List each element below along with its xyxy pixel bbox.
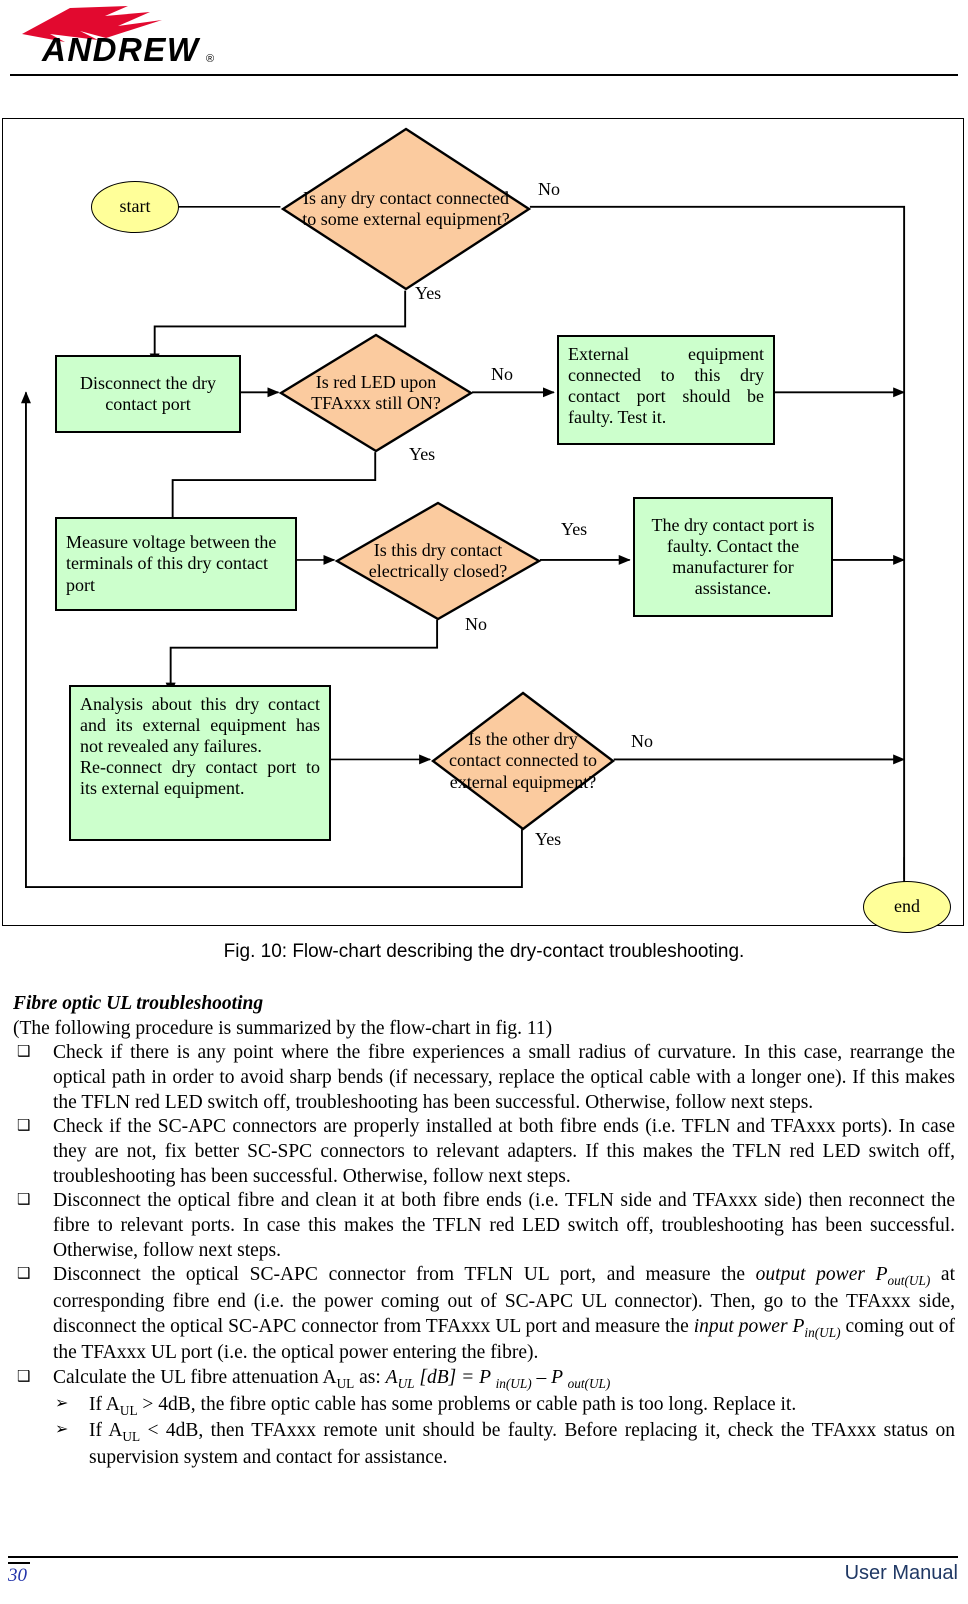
formula-c: – P [531, 1366, 568, 1388]
edge-label-d1-no: No [538, 179, 560, 199]
svg-text:ANDREW: ANDREW [41, 31, 201, 66]
sub-item-sub1: UL [122, 1429, 141, 1445]
sub-item: ➢ If AUL < 4dB, then TFAxxx remote unit … [13, 1419, 955, 1470]
flow-node-start-label: start [119, 196, 151, 217]
bullet4-sub2: in(UL) [804, 1324, 841, 1340]
bullet-item: ❑ Disconnect the optical fibre and clean… [13, 1189, 955, 1263]
bullet-text: Check if the SC-APC connectors are prope… [53, 1116, 955, 1187]
bullet-item: ❑ Check if the SC-APC connectors are pro… [13, 1115, 955, 1189]
flow-node-start: start [91, 181, 179, 233]
bullet-item-power-measure: ❑ Disconnect the optical SC-APC connecto… [13, 1263, 955, 1366]
bullet-glyph: ❑ [17, 1190, 31, 1209]
bullet5-part1: Calculate the UL fibre attenuation A [53, 1366, 337, 1388]
sub-item-sub1: UL [119, 1402, 138, 1418]
page-header: ANDREW ® [0, 0, 968, 92]
bullet-item: ❑ Check if there is any point where the … [13, 1041, 955, 1115]
flow-process-analysis-reconnect: Analysis about this dry contact and its … [69, 685, 331, 841]
flow-node-end-label: end [894, 896, 920, 917]
flowchart-figure: start end Is any dry contact connected t… [2, 118, 964, 933]
bullet4-part1: Disconnect the optical SC-APC connector … [53, 1264, 756, 1286]
sub-bullet-glyph: ➢ [55, 1419, 69, 1439]
flow-process-port-faulty-label: The dry contact port is faulty. Contact … [651, 514, 815, 599]
andrew-logo: ANDREW ® [10, 4, 250, 68]
bullet4-italic2: input power P [693, 1315, 805, 1337]
bullet-item-attenuation: ❑ Calculate the UL fibre attenuation AUL… [13, 1366, 955, 1393]
footer-title: User Manual [844, 1562, 958, 1584]
formula-a-sub: UL [397, 1375, 415, 1391]
flow-decision-any-dry-contact-label: Is any dry contact connected to some ext… [302, 187, 510, 229]
sub-bullet-glyph: ➢ [55, 1392, 69, 1412]
bullet-glyph: ❑ [17, 1116, 31, 1135]
edge-label-d3-yes: Yes [561, 519, 588, 539]
figure-caption: Fig. 10: Flow-chart describing the dry-c… [223, 941, 745, 962]
bullet5-sub1: UL [336, 1375, 355, 1391]
flow-process-disconnect-port: Disconnect the dry contact port [55, 355, 241, 433]
svg-text:®: ® [206, 53, 214, 65]
bullet4-sub1: out(UL) [887, 1273, 931, 1289]
page-footer: 30 User Manual [8, 1562, 958, 1587]
section-heading: Fibre optic UL troubleshooting [13, 993, 264, 1014]
sub-item-part2: < 4dB, then TFAxxx remote unit should be… [89, 1420, 955, 1468]
flow-process-measure-voltage: Measure voltage between the terminals of… [55, 517, 297, 611]
flow-process-analysis-line2: Re-connect dry contact port to its exter… [80, 757, 320, 799]
bullet4-part2: P [864, 1264, 888, 1286]
flow-decision-other-dry-contact: Is the other dry contact connected to ex… [431, 691, 615, 831]
edge-label-d4-no: No [631, 731, 653, 751]
sub-item-part2: > 4dB, the fibre optic cable has some pr… [137, 1393, 797, 1415]
flow-process-measure-voltage-label: Measure voltage between the terminals of… [66, 532, 277, 595]
edge-label-d2-yes: Yes [409, 444, 436, 464]
edge-label-d3-no: No [465, 614, 487, 634]
flow-decision-electrically-closed-label: Is this dry contact electrically closed? [368, 539, 508, 581]
sub-item-part1: If A [89, 1393, 120, 1415]
formula-c-sub: out(UL) [567, 1375, 611, 1391]
edge-label-d1-yes: Yes [415, 283, 442, 303]
flow-node-end: end [863, 881, 951, 933]
flow-decision-any-dry-contact: Is any dry contact connected to some ext… [280, 127, 532, 291]
flow-process-disconnect-port-label: Disconnect the dry contact port [80, 372, 216, 414]
flow-decision-other-dry-contact-label: Is the other dry contact connected to ex… [449, 729, 597, 792]
edge-label-d4-yes: Yes [535, 829, 562, 849]
section-intro: (The following procedure is summarized b… [13, 1017, 553, 1039]
flow-process-port-faulty: The dry contact port is faulty. Contact … [633, 497, 833, 617]
bullet-text: Disconnect the optical fibre and clean i… [53, 1190, 955, 1261]
header-divider [10, 74, 958, 76]
formula-a: A [385, 1366, 398, 1388]
bullet-glyph: ❑ [17, 1264, 31, 1283]
flow-decision-red-led: Is red LED upon TFAxxx still ON? [278, 333, 474, 453]
flow-decision-red-led-label: Is red LED upon TFAxxx still ON? [311, 371, 441, 413]
formula-b-sub: in(UL) [495, 1375, 532, 1391]
page-number: 30 [8, 1562, 30, 1587]
edge-label-d2-no: No [491, 364, 513, 384]
flow-process-external-equipment-faulty-label: External equipment connected to this dry… [568, 344, 764, 428]
sub-item: ➢ If AUL > 4dB, the fibre optic cable ha… [13, 1393, 955, 1420]
bullet-glyph: ❑ [17, 1042, 31, 1061]
bullet4-italic1: output power [755, 1264, 865, 1286]
body-text: Fibre optic UL troubleshooting (The foll… [13, 992, 955, 1470]
flow-process-analysis-line1: Analysis about this dry contact and its … [80, 694, 320, 757]
flow-process-external-equipment-faulty: External equipment connected to this dry… [557, 335, 775, 445]
flow-decision-electrically-closed: Is this dry contact electrically closed? [334, 501, 542, 621]
bullet5-part2: as: [354, 1366, 386, 1388]
bullet-glyph: ❑ [17, 1366, 31, 1385]
formula-b: [dB] = P [414, 1366, 496, 1388]
sub-item-part1: If A [89, 1420, 123, 1442]
bullet-text: Check if there is any point where the fi… [53, 1042, 955, 1113]
footer-divider [8, 1556, 958, 1558]
